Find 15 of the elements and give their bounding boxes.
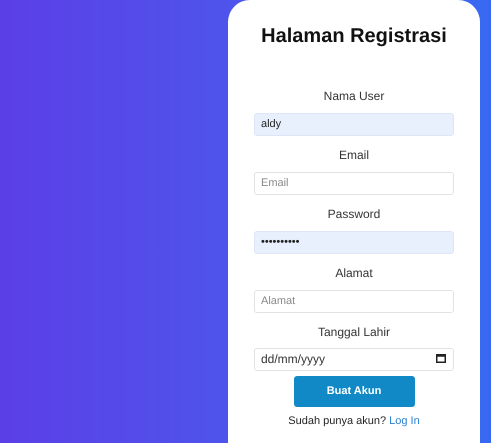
input-field[interactable]: aldy bbox=[254, 112, 454, 136]
field-label: Nama User bbox=[324, 88, 384, 104]
field-label: Password bbox=[328, 206, 380, 222]
footer-text: Sudah punya akun? bbox=[288, 414, 386, 429]
input-field[interactable]: Alamat bbox=[254, 290, 454, 312]
date-field[interactable]: dd/mm/yyyy bbox=[254, 348, 454, 370]
field-label: Alamat bbox=[335, 265, 373, 281]
submit-button[interactable]: Buat Akun bbox=[294, 376, 414, 407]
input-field[interactable]: Email bbox=[254, 172, 454, 194]
field-label: Email bbox=[338, 147, 369, 163]
input-field[interactable]: •••••••••• bbox=[254, 230, 454, 254]
field-label: Tanggal Lahir bbox=[318, 324, 390, 340]
form-title: Halaman Registrasi bbox=[261, 24, 447, 49]
login-link[interactable]: Log In bbox=[389, 413, 420, 430]
calendar-icon[interactable] bbox=[436, 354, 446, 363]
